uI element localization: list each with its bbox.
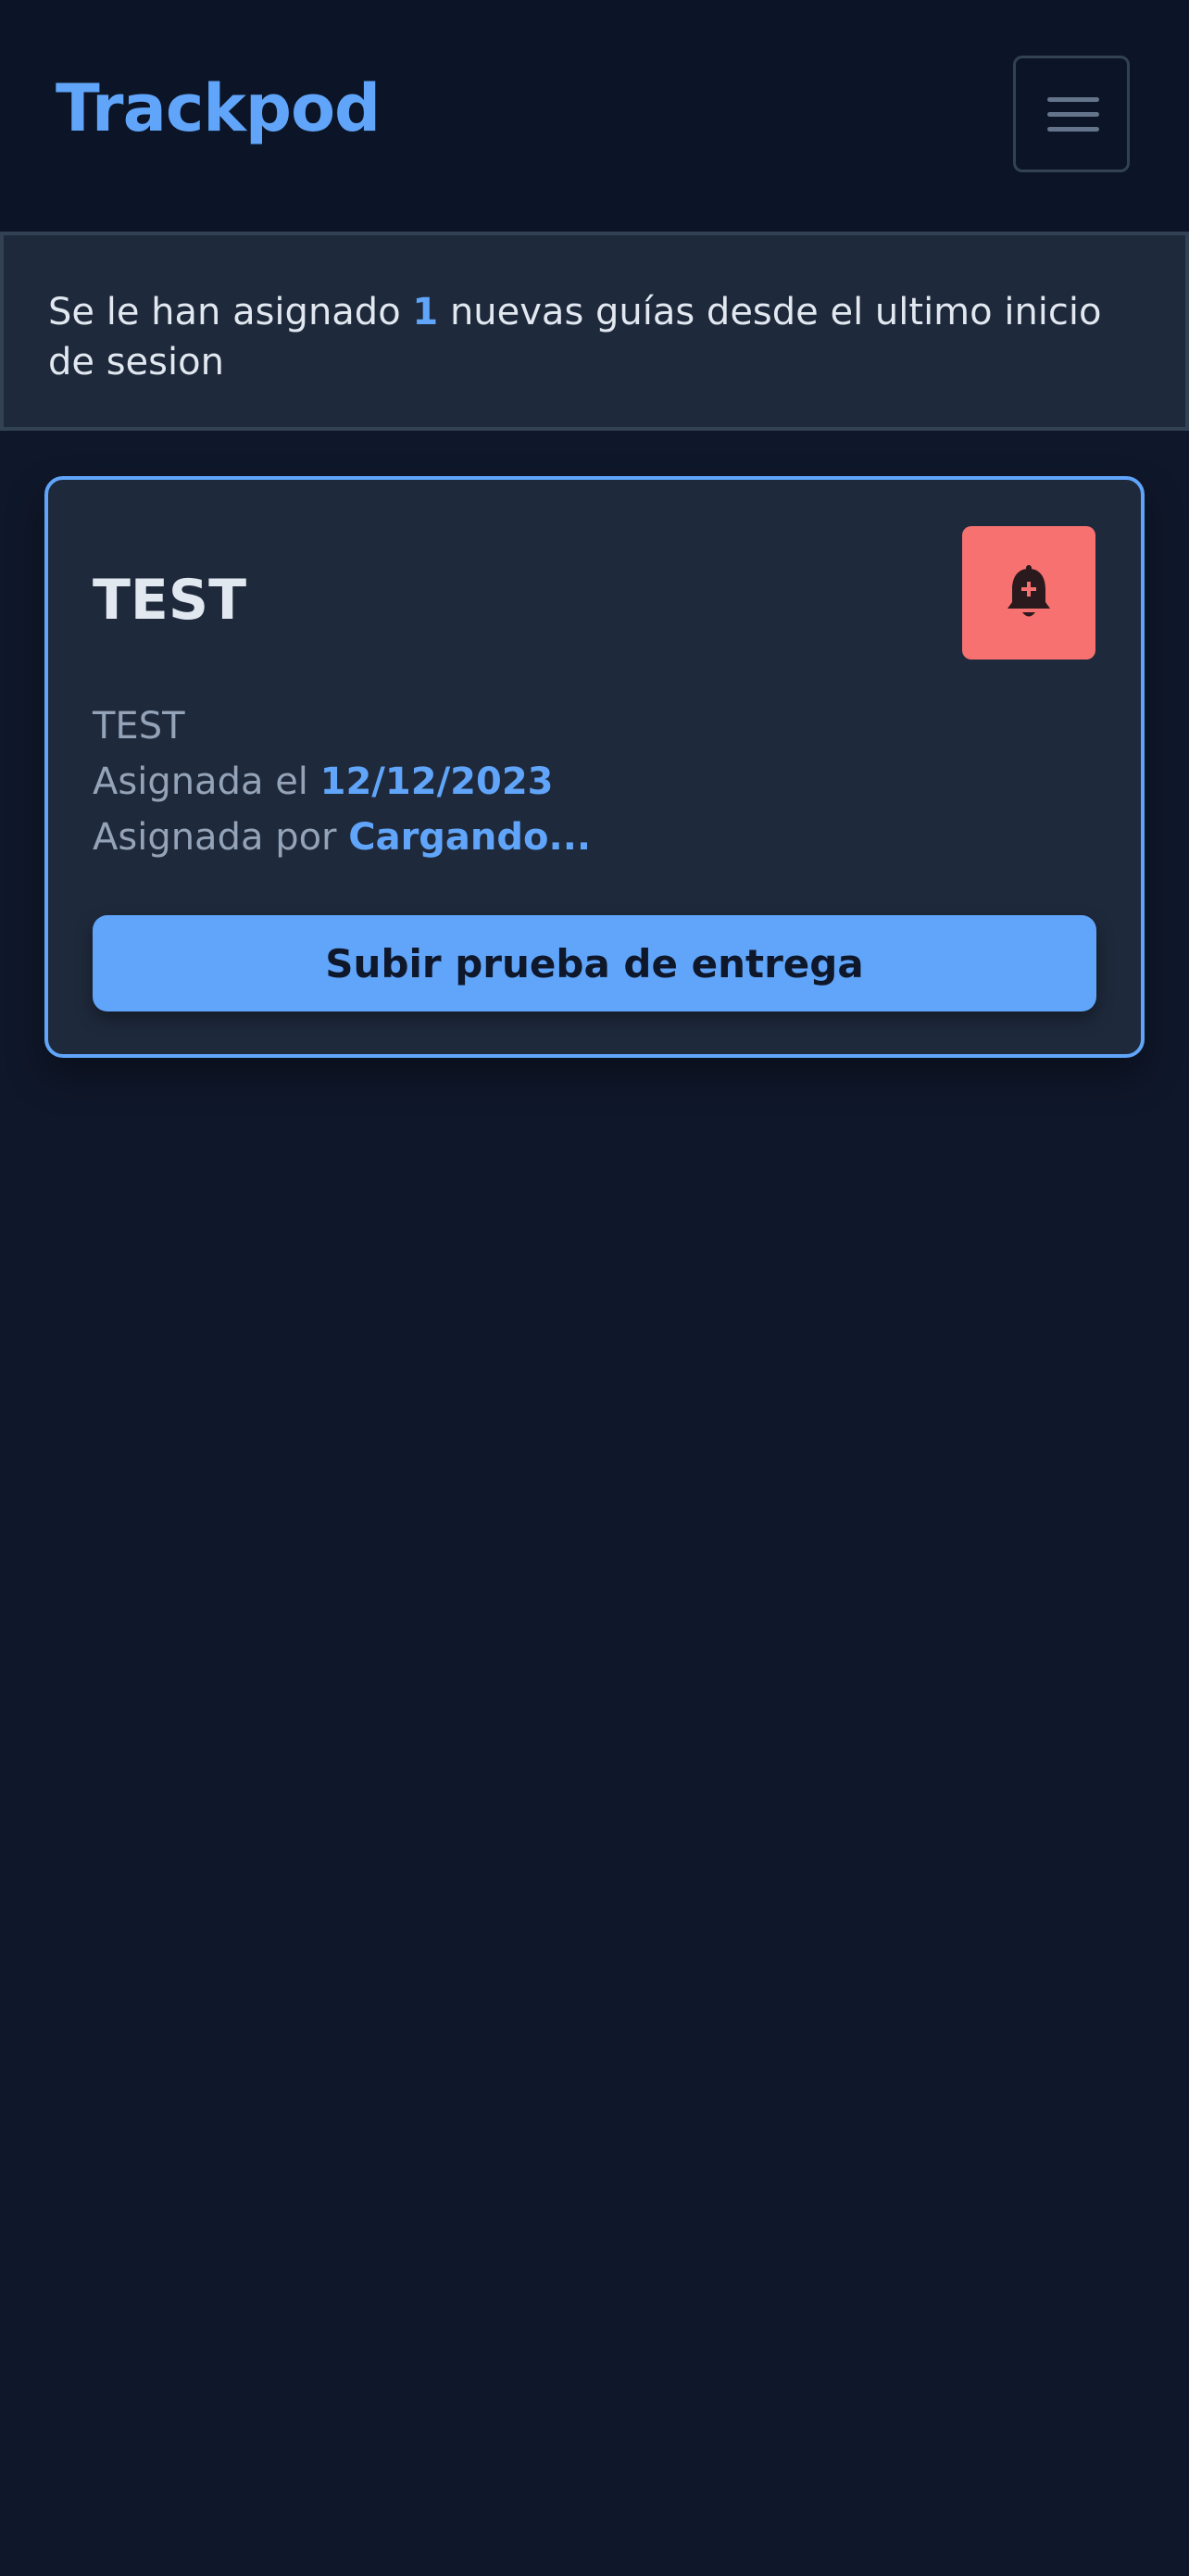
new-guides-alert: Se le han asignado 1 nuevas guías desde … [0,232,1189,431]
menu-toggle-button[interactable] [1013,56,1130,172]
assigned-date-value: 12/12/2023 [319,760,554,803]
guide-title: TEST [93,568,247,633]
page: Trackpod Se le han asignado 1 nuevas guí… [0,0,1189,2576]
alert-prefix: Se le han asignado [48,291,413,333]
assigned-by-row: Asignada por Cargando... [93,819,591,856]
upload-proof-button[interactable]: Subir prueba de entrega [93,915,1096,1012]
bell-plus-icon [1008,565,1050,617]
assigned-date-row: Asignada el 12/12/2023 [93,763,554,800]
guide-description: TEST [93,705,185,748]
assigned-by-label: Asignada por [93,816,349,859]
assigned-date-label: Asignada el [93,760,320,803]
notify-button[interactable] [962,526,1095,660]
assigned-by-value: Cargando... [348,816,592,859]
navbar: Trackpod [0,0,1189,232]
brand-logo[interactable]: Trackpod [56,76,381,141]
new-guides-count: 1 [412,291,439,333]
guide-card: TEST TEST Asignada el 12/12/2023 Asignad… [44,476,1145,1058]
